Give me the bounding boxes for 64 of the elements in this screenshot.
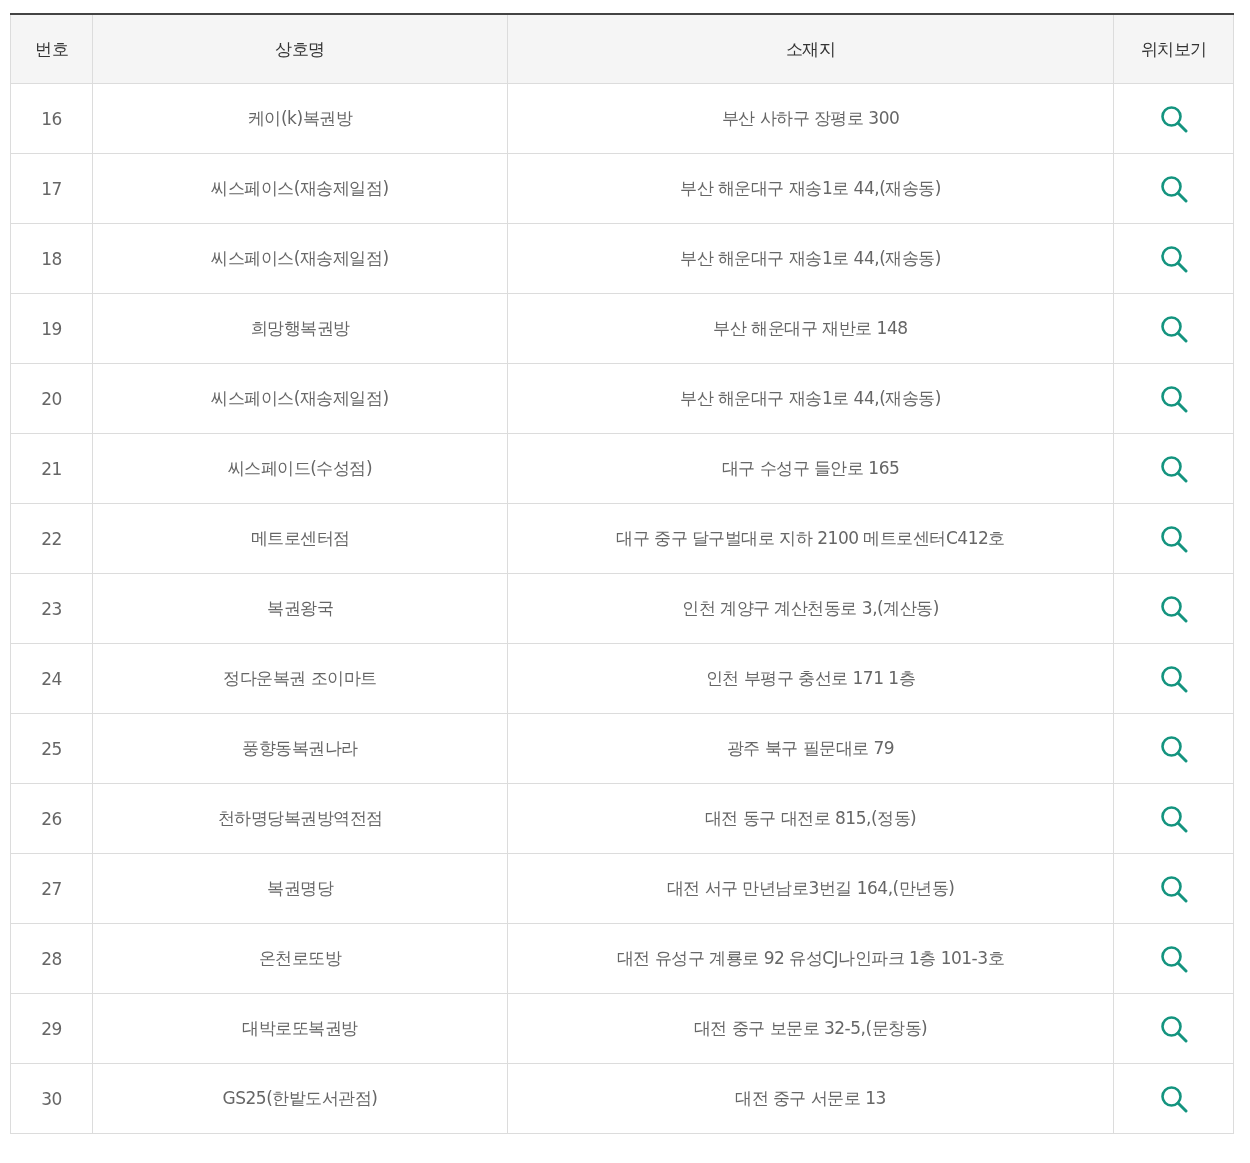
store-name: 희망행복권방 bbox=[92, 293, 508, 364]
row-number: 30 bbox=[10, 1063, 93, 1134]
column-header: 소재지 bbox=[507, 14, 1114, 84]
store-address: 광주 북구 필문대로 79 bbox=[507, 713, 1114, 784]
search-icon[interactable] bbox=[1159, 314, 1188, 343]
column-header: 번호 bbox=[10, 14, 93, 84]
search-icon[interactable] bbox=[1159, 244, 1188, 273]
store-name: 복권왕국 bbox=[92, 573, 508, 644]
search-icon[interactable] bbox=[1159, 944, 1188, 973]
row-number: 22 bbox=[10, 503, 93, 574]
search-icon[interactable] bbox=[1159, 594, 1188, 623]
store-name: 대박로또복권방 bbox=[92, 993, 508, 1064]
row-number: 20 bbox=[10, 363, 93, 434]
store-address: 부산 해운대구 재송1로 44,(재송동) bbox=[507, 223, 1114, 294]
store-address: 대전 서구 만년남로3번길 164,(만년동) bbox=[507, 853, 1114, 924]
row-number: 19 bbox=[10, 293, 93, 364]
search-icon[interactable] bbox=[1159, 734, 1188, 763]
store-address: 대전 중구 보문로 32-5,(문창동) bbox=[507, 993, 1114, 1064]
store-address: 대전 유성구 계룡로 92 유성CJ나인파크 1층 101-3호 bbox=[507, 923, 1114, 994]
search-icon[interactable] bbox=[1159, 1014, 1188, 1043]
store-address: 부산 해운대구 재송1로 44,(재송동) bbox=[507, 363, 1114, 434]
row-number: 27 bbox=[10, 853, 93, 924]
store-address: 부산 해운대구 재송1로 44,(재송동) bbox=[507, 153, 1114, 224]
store-address: 부산 사하구 장평로 300 bbox=[507, 83, 1114, 154]
search-icon[interactable] bbox=[1159, 804, 1188, 833]
row-number: 16 bbox=[10, 83, 93, 154]
column-header: 위치보기 bbox=[1113, 14, 1234, 84]
search-icon[interactable] bbox=[1159, 104, 1188, 133]
column-header: 상호명 bbox=[92, 14, 508, 84]
search-icon[interactable] bbox=[1159, 874, 1188, 903]
row-number: 21 bbox=[10, 433, 93, 504]
store-name: 케이(k)복권방 bbox=[92, 83, 508, 154]
store-address: 대전 중구 서문로 13 bbox=[507, 1063, 1114, 1134]
store-address: 인천 부평구 충선로 171 1층 bbox=[507, 643, 1114, 714]
row-number: 24 bbox=[10, 643, 93, 714]
store-name: 정다운복권 조이마트 bbox=[92, 643, 508, 714]
store-address: 대구 수성구 들안로 165 bbox=[507, 433, 1114, 504]
store-name: 메트로센터점 bbox=[92, 503, 508, 574]
search-icon[interactable] bbox=[1159, 174, 1188, 203]
row-number: 28 bbox=[10, 923, 93, 994]
store-name: 씨스페이스(재송제일점) bbox=[92, 363, 508, 434]
row-number: 17 bbox=[10, 153, 93, 224]
search-icon[interactable] bbox=[1159, 664, 1188, 693]
search-icon[interactable] bbox=[1159, 384, 1188, 413]
store-name: 온천로또방 bbox=[92, 923, 508, 994]
row-number: 26 bbox=[10, 783, 93, 854]
store-name: 씨스페이드(수성점) bbox=[92, 433, 508, 504]
search-icon[interactable] bbox=[1159, 454, 1188, 483]
store-name: 천하명당복권방역전점 bbox=[92, 783, 508, 854]
row-number: 29 bbox=[10, 993, 93, 1064]
row-number: 25 bbox=[10, 713, 93, 784]
store-name: 풍향동복권나라 bbox=[92, 713, 508, 784]
store-name: 복권명당 bbox=[92, 853, 508, 924]
store-address: 대전 동구 대전로 815,(정동) bbox=[507, 783, 1114, 854]
search-icon[interactable] bbox=[1159, 1084, 1188, 1113]
row-number: 23 bbox=[10, 573, 93, 644]
store-name: 씨스페이스(재송제일점) bbox=[92, 223, 508, 294]
store-address: 인천 계양구 계산천동로 3,(계산동) bbox=[507, 573, 1114, 644]
row-number: 18 bbox=[10, 223, 93, 294]
search-icon[interactable] bbox=[1159, 524, 1188, 553]
store-name: GS25(한밭도서관점) bbox=[92, 1063, 508, 1134]
store-address: 대구 중구 달구벌대로 지하 2100 메트로센터C412호 bbox=[507, 503, 1114, 574]
store-name: 씨스페이스(재송제일점) bbox=[92, 153, 508, 224]
store-address: 부산 해운대구 재반로 148 bbox=[507, 293, 1114, 364]
